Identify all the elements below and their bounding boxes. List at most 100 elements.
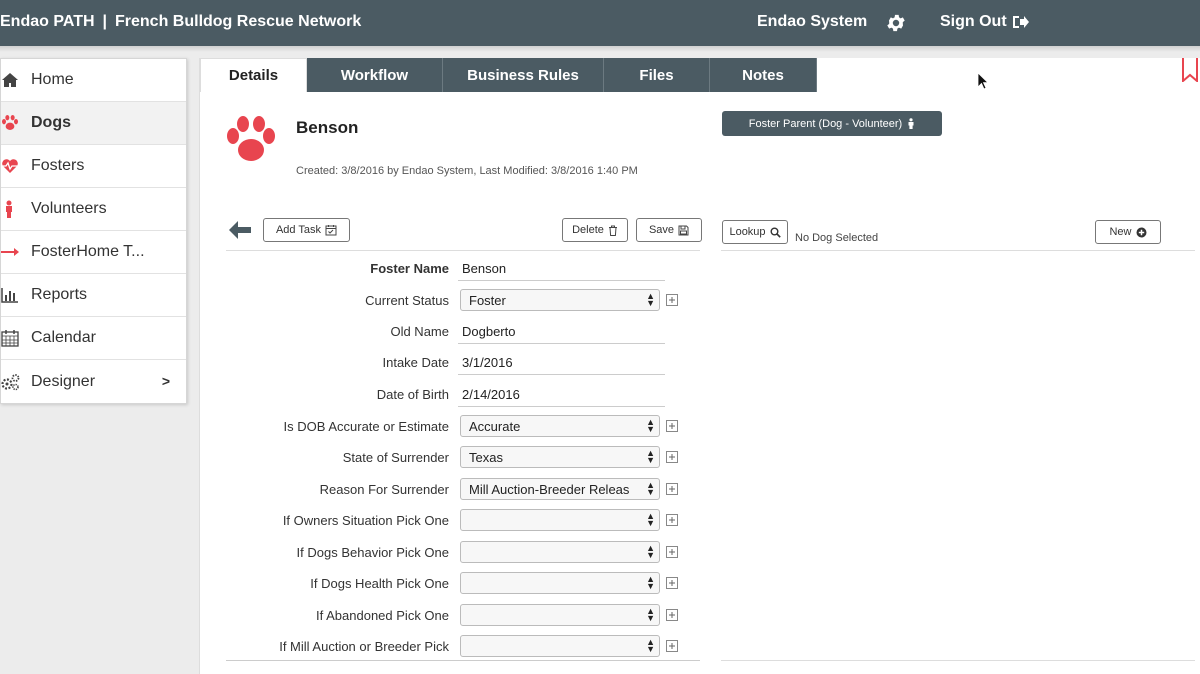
foster-name-input[interactable]: Benson	[458, 257, 665, 281]
record-meta: Created: 3/8/2016 by Endao System, Last …	[296, 165, 638, 177]
heartbeat-icon	[1, 157, 23, 175]
form-row-state-of-surrender: State of Surrender Texas ▲ ▼	[226, 446, 700, 472]
save-button[interactable]: Save	[636, 218, 702, 242]
plus-square-icon[interactable]	[666, 294, 678, 306]
select-arrows-icon: ▲ ▼	[646, 574, 655, 591]
plus-square-icon[interactable]	[666, 546, 678, 558]
mouse-cursor-icon	[977, 72, 989, 90]
select-value: Mill Auction-Breeder Releas	[469, 482, 630, 497]
sidebar-item-calendar[interactable]: Calendar	[1, 317, 186, 360]
save-label: Save	[648, 224, 675, 236]
back-arrow-icon[interactable]	[228, 220, 252, 240]
select-arrows-icon: ▲ ▼	[646, 448, 655, 465]
lookup-button[interactable]: Lookup	[722, 220, 788, 244]
plus-square-icon[interactable]	[666, 577, 678, 589]
bookmark-icon[interactable]	[1182, 58, 1198, 82]
select-value: Texas	[469, 450, 503, 465]
plus-square-icon[interactable]	[666, 514, 678, 526]
sidebar-item-label: FosterHome T...	[31, 243, 145, 260]
arrow-right-icon	[1, 243, 23, 261]
sign-out-button[interactable]: Sign Out	[940, 13, 1029, 31]
mill-auction-select[interactable]: ▲ ▼	[460, 635, 660, 657]
select-arrows-icon: ▲ ▼	[646, 606, 655, 623]
foster-parent-button[interactable]: Foster Parent (Dog - Volunteer)	[722, 111, 942, 136]
field-label: Date of Birth	[376, 387, 449, 402]
plus-square-icon[interactable]	[666, 420, 678, 432]
calendar-check-icon	[325, 225, 337, 236]
tab-notes[interactable]: Notes	[710, 58, 817, 92]
sidebar-item-reports[interactable]: Reports	[1, 274, 186, 317]
brand[interactable]: Endao PATH | French Bulldog Rescue Network	[0, 13, 361, 31]
select-arrows-icon: ▲ ▼	[646, 511, 655, 528]
sidebar-item-home[interactable]: Home	[1, 59, 186, 102]
sidebar-item-volunteers[interactable]: Volunteers	[1, 188, 186, 231]
state-of-surrender-select[interactable]: Texas ▲ ▼	[460, 446, 660, 468]
sidebar-item-label: Home	[31, 71, 74, 88]
plus-square-icon[interactable]	[666, 640, 678, 652]
plus-square-icon[interactable]	[666, 451, 678, 463]
select-value: Foster	[469, 293, 506, 308]
date-of-birth-input[interactable]: 2/14/2016	[458, 383, 665, 407]
main-panel: Details Workflow Business Rules Files No…	[199, 58, 1200, 674]
sidebar: Home Dogs Fosters Volunteers FosterHome …	[0, 58, 187, 404]
header-shadow	[0, 46, 1200, 52]
select-arrows-icon: ▲ ▼	[646, 480, 655, 497]
sidebar-item-designer[interactable]: Designer >	[1, 360, 186, 403]
form-row-owners-situation: If Owners Situation Pick One ▲ ▼	[226, 509, 700, 535]
sidebar-item-fosterhome[interactable]: FosterHome T...	[1, 231, 186, 274]
current-status-select[interactable]: Foster ▲ ▼	[460, 289, 660, 311]
new-button[interactable]: New	[1095, 220, 1161, 244]
field-label: If Owners Situation Pick One	[282, 513, 449, 528]
calendar-icon	[1, 329, 23, 347]
cogs-icon	[1, 373, 23, 391]
tab-files[interactable]: Files	[604, 58, 710, 92]
sidebar-item-label: Volunteers	[31, 200, 107, 217]
search-icon	[770, 227, 781, 238]
field-label: If Dogs Behavior Pick One	[296, 545, 449, 560]
delete-button[interactable]: Delete	[562, 218, 628, 242]
dogs-health-select[interactable]: ▲ ▼	[460, 572, 660, 594]
plus-square-icon[interactable]	[666, 609, 678, 621]
org-name: French Bulldog Rescue Network	[115, 13, 362, 30]
select-arrows-icon: ▲ ▼	[646, 543, 655, 560]
top-header: Endao PATH | French Bulldog Rescue Network…	[0, 0, 1200, 46]
panel-bottom-divider	[721, 660, 1195, 661]
add-task-button[interactable]: Add Task	[263, 218, 350, 242]
field-label: If Mill Auction or Breeder Pick	[279, 639, 449, 654]
floppy-icon	[678, 225, 689, 235]
person-icon	[908, 118, 914, 129]
lookup-divider	[721, 250, 1195, 251]
plus-circle-icon	[1136, 227, 1146, 237]
form-row-reason-for-surrender: Reason For Surrender Mill Auction-Breede…	[226, 478, 700, 504]
brand-name: Endao PATH	[0, 13, 95, 30]
intake-date-input[interactable]: 3/1/2016	[458, 351, 665, 375]
old-name-input[interactable]: Dogberto	[458, 320, 665, 344]
person-icon	[1, 200, 23, 218]
owners-situation-select[interactable]: ▲ ▼	[460, 509, 660, 531]
field-label: Intake Date	[382, 355, 450, 370]
field-label: Current Status	[365, 293, 449, 308]
tab-business-rules[interactable]: Business Rules	[443, 58, 604, 92]
form-row-foster-name: Foster Name Benson	[226, 257, 700, 283]
select-arrows-icon: ▲ ▼	[646, 417, 655, 434]
dob-accuracy-select[interactable]: Accurate ▲ ▼	[460, 415, 660, 437]
sidebar-item-dogs[interactable]: Dogs	[1, 102, 186, 145]
dogs-behavior-select[interactable]: ▲ ▼	[460, 541, 660, 563]
gear-icon[interactable]	[885, 12, 907, 34]
tab-details[interactable]: Details	[200, 58, 307, 92]
abandoned-select[interactable]: ▲ ▼	[460, 604, 660, 626]
sign-out-icon	[1012, 16, 1029, 28]
system-name[interactable]: Endao System	[757, 13, 867, 31]
sidebar-item-fosters[interactable]: Fosters	[1, 145, 186, 188]
field-label: Reason For Surrender	[319, 482, 449, 497]
plus-square-icon[interactable]	[666, 483, 678, 495]
form-row-intake-date: Intake Date 3/1/2016	[226, 351, 700, 377]
form-row-dob-accuracy: Is DOB Accurate or Estimate Accurate ▲ ▼	[226, 415, 700, 441]
lookup-label: Lookup	[729, 226, 766, 238]
form-row-old-name: Old Name Dogberto	[226, 320, 700, 346]
select-arrows-icon: ▲ ▼	[646, 637, 655, 654]
reason-for-surrender-select[interactable]: Mill Auction-Breeder Releas ▲ ▼	[460, 478, 660, 500]
sidebar-item-label: Dogs	[31, 114, 71, 131]
tab-workflow[interactable]: Workflow	[307, 58, 443, 92]
sidebar-item-label: Calendar	[31, 329, 96, 346]
